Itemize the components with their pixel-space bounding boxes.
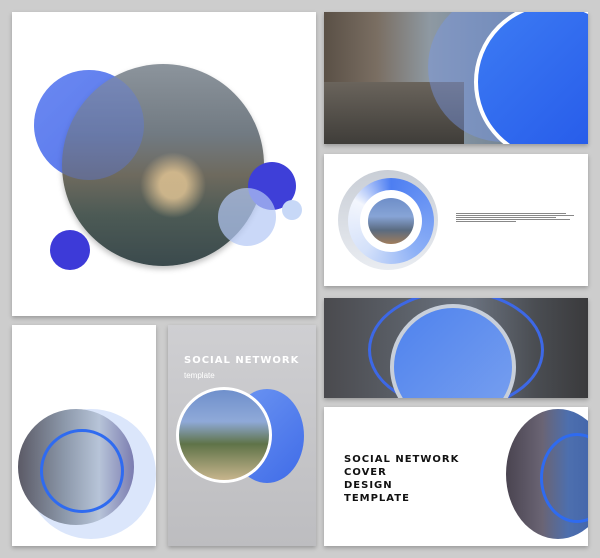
placeholder-text-lines — [456, 212, 576, 223]
wide-cover-card-1 — [324, 12, 588, 144]
cover-title-line-1: SOCIAL NETWORK — [344, 454, 460, 465]
cover-title-line-3: DESIGN — [344, 480, 393, 491]
wide-cover-card-4: SOCIAL NETWORK COVER DESIGN TEMPLATE — [324, 407, 588, 546]
square-cover-card — [12, 12, 316, 316]
cover-title-block: SOCIAL NETWORK COVER DESIGN TEMPLATE — [344, 453, 464, 505]
blue-circle-ring — [474, 12, 588, 144]
card-subtitle: template — [184, 371, 215, 380]
wide-cover-card-2 — [324, 154, 588, 286]
tiny-light-circle — [282, 200, 302, 220]
vertical-cover-card-1 — [12, 325, 156, 546]
cover-title-line-2: COVER — [344, 467, 387, 478]
blue-overlay-circle — [34, 70, 144, 180]
cover-title-line-4: TEMPLATE — [344, 493, 410, 504]
blue-ring — [40, 429, 124, 513]
card-title: SOCIAL NETWORK — [184, 355, 300, 366]
photo-circle-greenhouse — [176, 387, 272, 483]
light-blue-circle-right — [218, 188, 276, 246]
vertical-cover-card-2: SOCIAL NETWORK template — [168, 325, 316, 546]
wide-cover-card-3 — [324, 298, 588, 398]
deep-blue-circle-bottom — [50, 230, 90, 270]
photo-circle-building — [368, 198, 414, 244]
